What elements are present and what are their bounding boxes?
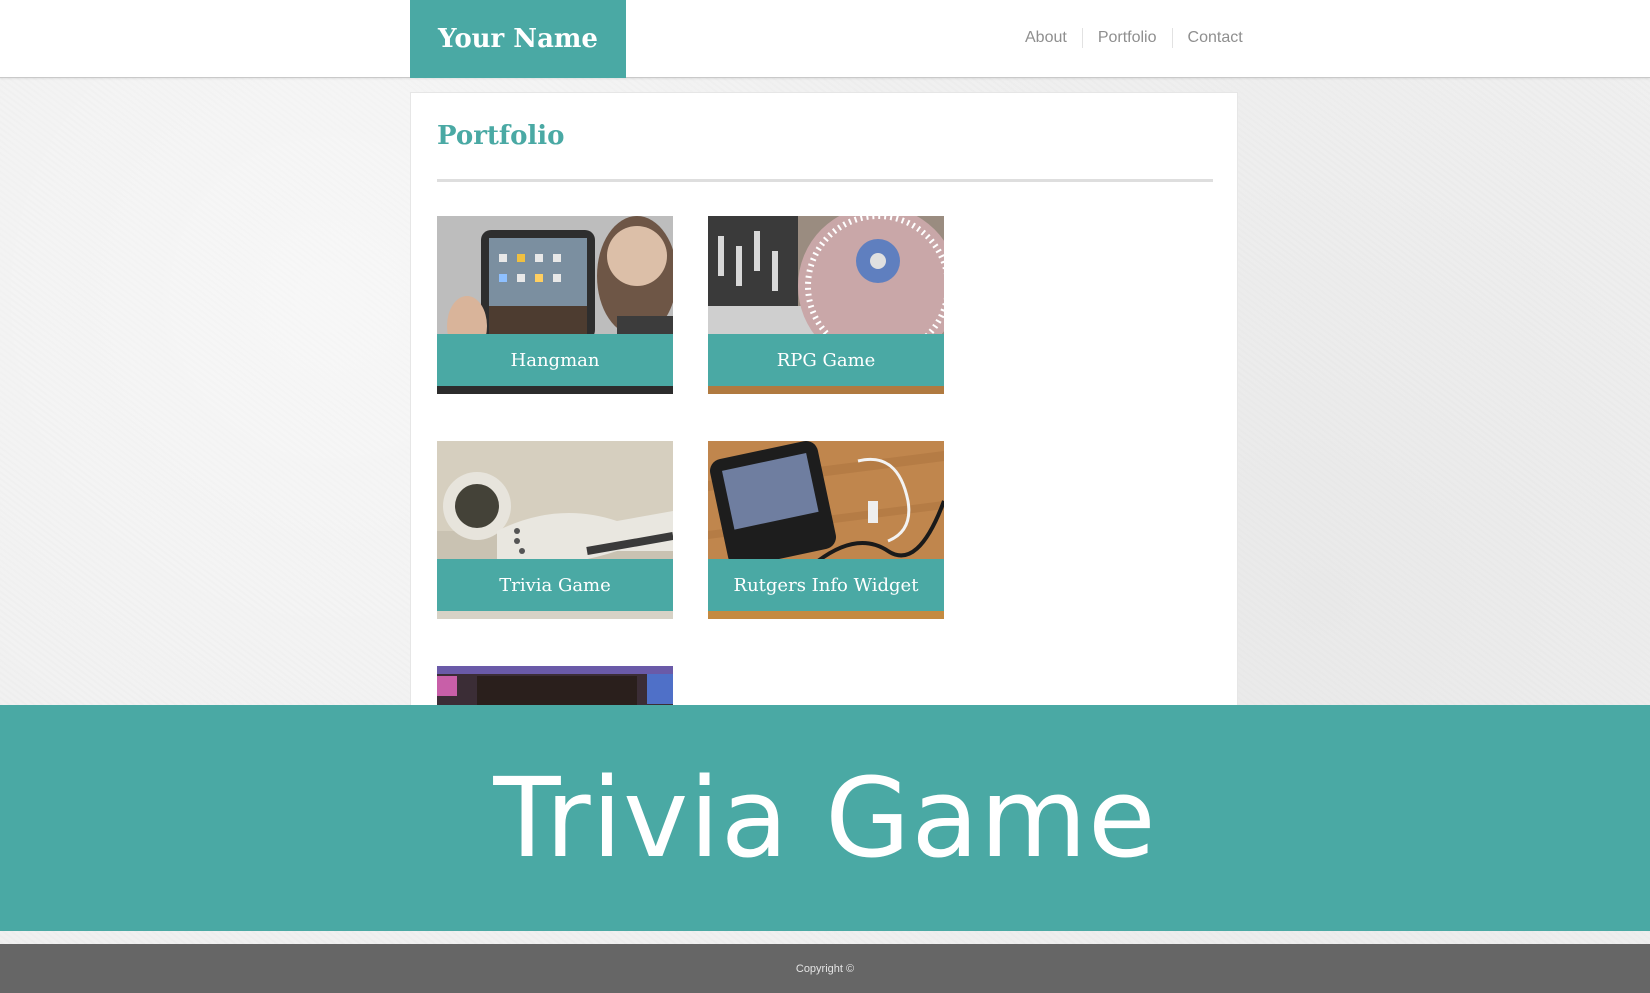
page-title: Portfolio <box>437 121 565 151</box>
copyright-text: Copyright © <box>795 962 855 975</box>
overlay-title: Trivia Game <box>493 754 1157 882</box>
portfolio-tile-rpg-game[interactable]: RPG Game <box>708 216 944 394</box>
portfolio-tile-hangman[interactable]: Hangman <box>437 216 673 394</box>
portfolio-card: Portfolio Hangman RPG Game Trivia Game R… <box>410 92 1238 732</box>
site-footer: Copyright © <box>0 944 1650 993</box>
nav-portfolio[interactable]: Portfolio <box>1081 28 1172 48</box>
nav-about[interactable]: About <box>1010 28 1082 48</box>
tile-caption: RPG Game <box>708 334 944 386</box>
brand-logo[interactable]: Your Name <box>410 0 626 78</box>
project-overlay-banner: Trivia Game <box>0 705 1650 931</box>
title-divider <box>437 179 1213 182</box>
tile-caption: Hangman <box>437 334 673 386</box>
portfolio-tile-trivia-game[interactable]: Trivia Game <box>437 441 673 619</box>
tile-caption: Trivia Game <box>437 559 673 611</box>
nav-contact[interactable]: Contact <box>1171 28 1258 48</box>
site-header: Your Name About Portfolio Contact <box>0 0 1650 78</box>
portfolio-tile-partial[interactable] <box>437 666 673 706</box>
main-nav: About Portfolio Contact <box>1010 26 1258 50</box>
monitor-photo-image <box>437 666 673 706</box>
tile-caption: Rutgers Info Widget <box>708 559 944 611</box>
portfolio-tile-rutgers-info-widget[interactable]: Rutgers Info Widget <box>708 441 944 619</box>
